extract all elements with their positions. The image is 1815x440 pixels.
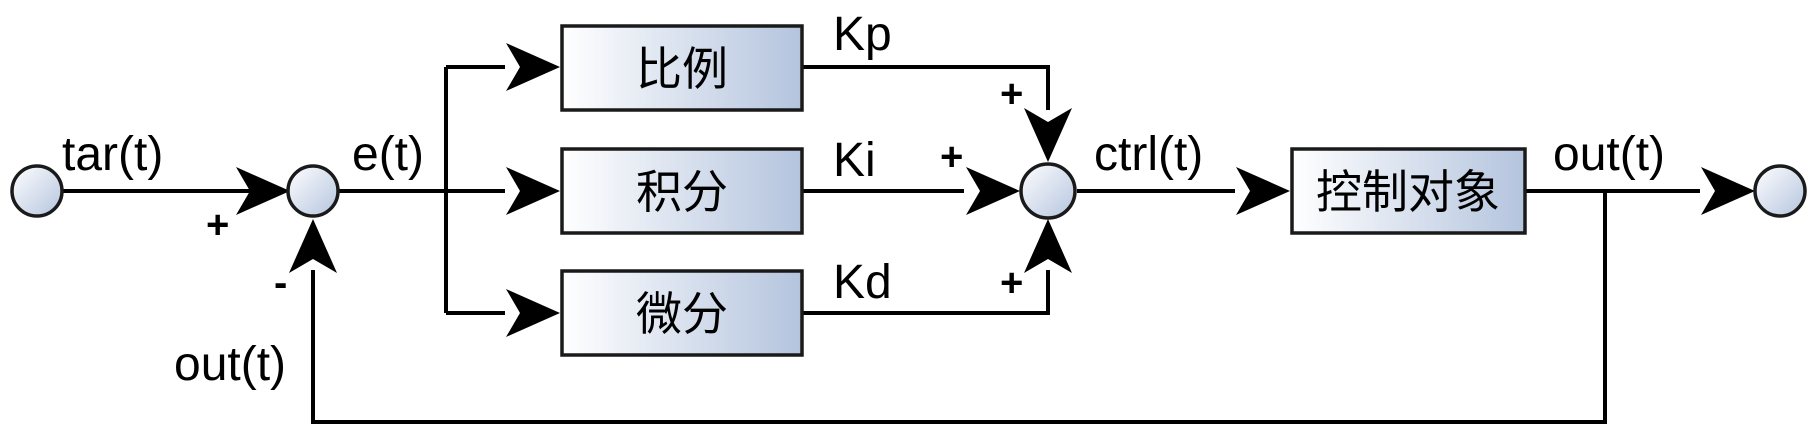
input-plus-sign: + bbox=[206, 203, 229, 247]
integral-label: 积分 bbox=[636, 165, 728, 219]
arrowhead-kp bbox=[1024, 108, 1072, 162]
output-node bbox=[1753, 164, 1807, 218]
arrowhead-derivative bbox=[506, 289, 560, 337]
feedback-minus-sign: - bbox=[274, 261, 287, 305]
ki-gain-label: Ki bbox=[833, 134, 876, 187]
arrowhead-out bbox=[1701, 167, 1755, 215]
arrowhead-kd bbox=[1024, 219, 1072, 273]
summing-junction-error bbox=[286, 164, 340, 218]
proportional-label: 比例 bbox=[636, 42, 728, 96]
control-signal-label: ctrl(t) bbox=[1094, 128, 1203, 181]
arrowhead-feedback bbox=[289, 219, 337, 273]
feedback-signal-label: out(t) bbox=[174, 338, 286, 391]
pid-control-diagram: 比例 积分 微分 控制对象 tar(t) e(t) ctrl(t) out(t)… bbox=[10, 8, 1807, 424]
arrowhead-proportional bbox=[506, 43, 560, 91]
output-signal-label: out(t) bbox=[1553, 128, 1665, 181]
arrowhead-ctrl bbox=[1236, 167, 1290, 215]
plant-label: 控制对象 bbox=[1316, 165, 1500, 219]
input-node bbox=[10, 164, 64, 218]
kd-gain-label: Kd bbox=[833, 256, 892, 309]
arrowhead-ki bbox=[966, 167, 1020, 215]
kp-gain-label: Kp bbox=[833, 8, 892, 61]
error-signal-label: e(t) bbox=[352, 128, 424, 181]
sum-i-plus-sign: + bbox=[940, 135, 963, 179]
derivative-label: 微分 bbox=[636, 287, 728, 341]
arrowhead-integral bbox=[506, 167, 560, 215]
sum-d-plus-sign: + bbox=[1000, 261, 1023, 305]
sum-p-plus-sign: + bbox=[1000, 72, 1023, 116]
summing-junction-pid bbox=[1019, 162, 1077, 220]
target-signal-label: tar(t) bbox=[62, 128, 163, 181]
